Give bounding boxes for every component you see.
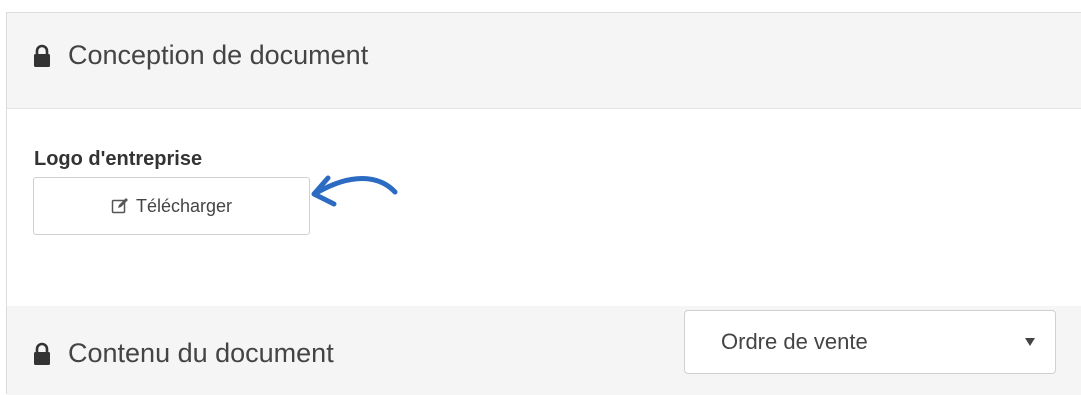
lock-icon (34, 44, 50, 67)
design-section-title-row: Conception de document (32, 40, 368, 71)
upload-logo-button[interactable]: Télécharger (33, 177, 310, 235)
upload-logo-button-label: Télécharger (135, 195, 233, 216)
content-section-title: Contenu du document (68, 338, 334, 368)
edit-icon (111, 198, 128, 214)
caret-down-icon (1025, 338, 1035, 346)
annotation-arrow-icon (311, 175, 398, 207)
logo-field-label: Logo d'entreprise (34, 148, 203, 170)
document-type-select-value: Ordre de vente (721, 329, 868, 354)
design-section-title: Conception de document (68, 40, 369, 70)
lock-icon (34, 342, 50, 365)
content-section-title-row: Contenu du document (32, 338, 334, 369)
document-type-select[interactable]: Ordre de vente (684, 310, 1056, 374)
